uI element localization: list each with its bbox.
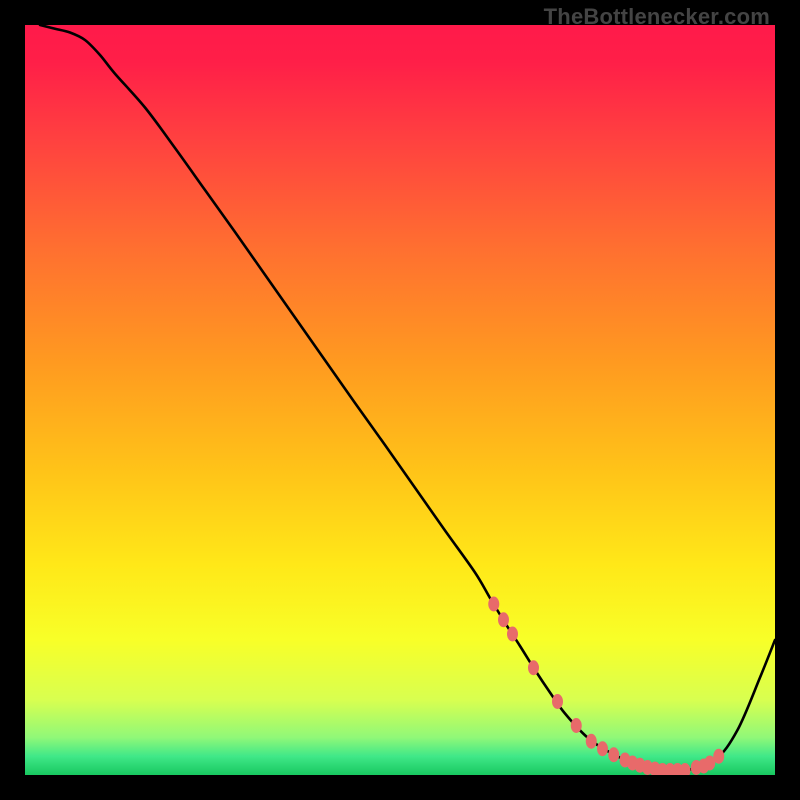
highlight-dot [586,734,597,749]
highlight-dot [608,747,619,762]
chart-background [25,25,775,775]
highlight-dot [528,660,539,675]
highlight-dot [713,749,724,764]
highlight-dot [498,612,509,627]
attribution-text: TheBottlenecker.com [544,4,770,30]
highlight-dot [571,718,582,733]
highlight-dot [507,627,518,642]
highlight-dot [552,694,563,709]
chart-frame [25,25,775,775]
highlight-dot [597,741,608,756]
highlight-dot [488,597,499,612]
bottleneck-chart [25,25,775,775]
